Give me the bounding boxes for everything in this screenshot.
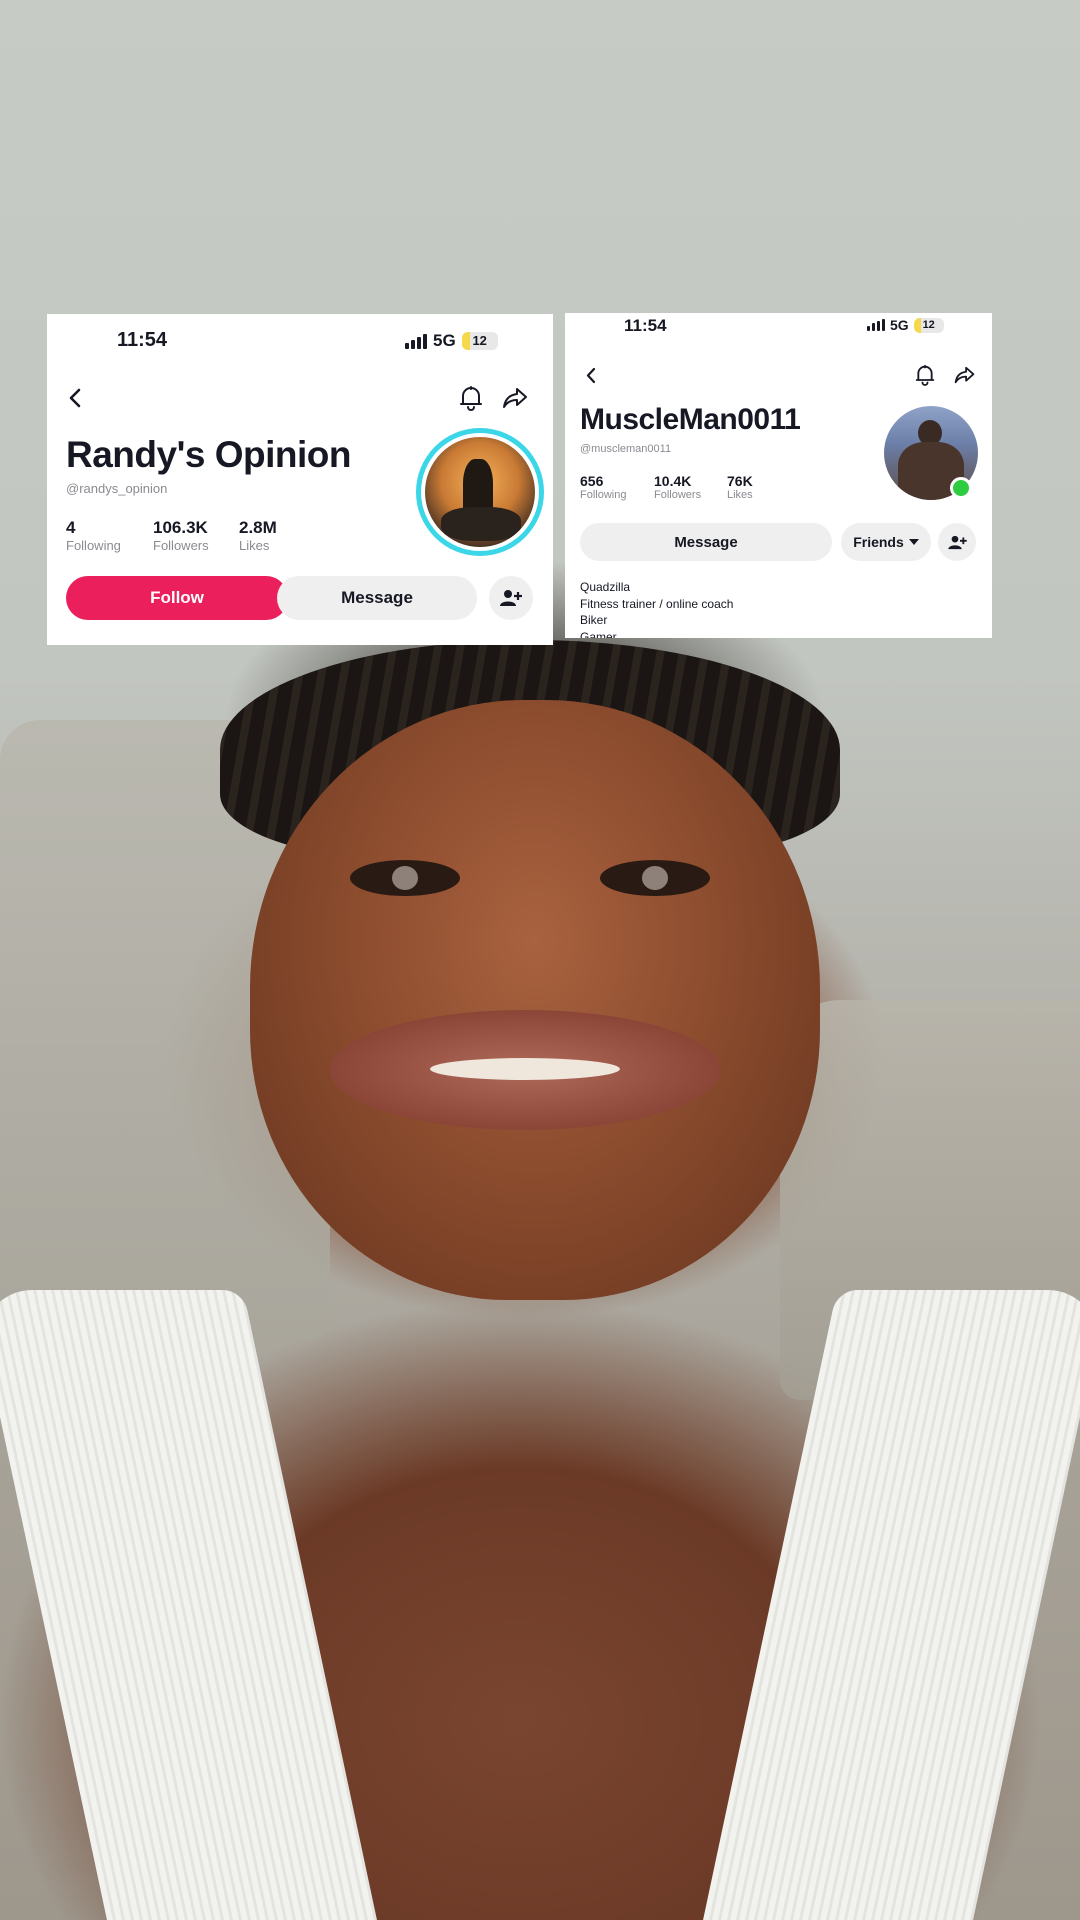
tank-top <box>0 1290 1080 1920</box>
profile-card-randys-opinion: 11:54 5G 12 Randy's Opinion @randys_opin… <box>47 314 553 645</box>
follow-button[interactable]: Follow <box>66 576 288 620</box>
add-friend-icon <box>500 590 522 606</box>
bio-line: Quadzilla <box>580 580 631 594</box>
signal-icon <box>867 319 885 331</box>
profile-card-muscleman0011: 11:54 5G 12 MuscleMan0011 @muscleman0011… <box>565 313 992 638</box>
network-label: 5G <box>433 331 456 350</box>
left-eye <box>350 860 460 896</box>
add-friend-button[interactable] <box>938 523 976 561</box>
profile-bio: Quadzilla Fitness trainer / online coach… <box>580 579 733 638</box>
back-icon[interactable] <box>581 365 601 385</box>
stat-following[interactable]: 4 Following <box>66 518 121 553</box>
bell-icon[interactable] <box>457 384 485 412</box>
stat-likes[interactable]: 2.8M Likes <box>239 518 277 553</box>
bio-line: Gamer <box>580 629 617 639</box>
network-label: 5G <box>890 317 909 333</box>
battery-icon: 12 <box>913 317 944 333</box>
stat-followers[interactable]: 106.3K Followers <box>153 518 209 553</box>
profile-title: Randy's Opinion <box>66 434 351 475</box>
friends-button[interactable]: Friends <box>841 523 931 561</box>
teeth <box>430 1058 620 1080</box>
bell-icon[interactable] <box>913 363 937 387</box>
tank-strap-right <box>703 1290 1080 1920</box>
stat-likes[interactable]: 76K Likes <box>727 473 753 501</box>
message-button[interactable]: Message <box>580 523 832 561</box>
status-bar-right: 5G 12 <box>405 331 498 351</box>
tank-strap-left <box>0 1290 377 1920</box>
add-friend-button[interactable] <box>489 576 533 620</box>
stat-followers[interactable]: 10.4K Followers <box>654 473 701 501</box>
caret-down-icon <box>908 539 919 545</box>
profile-avatar[interactable] <box>416 428 544 556</box>
bio-line: Fitness trainer / online coach <box>580 596 734 611</box>
profile-title: MuscleMan0011 <box>580 403 801 436</box>
online-status-dot <box>950 477 972 499</box>
status-time: 11:54 <box>117 329 168 351</box>
bio-line: Biker <box>580 613 608 627</box>
status-bar-right: 5G 12 <box>867 317 944 333</box>
share-icon[interactable] <box>952 363 976 387</box>
battery-icon: 12 <box>461 332 498 350</box>
face <box>250 700 820 1300</box>
message-button[interactable]: Message <box>277 576 477 620</box>
signal-icon <box>405 333 427 349</box>
profile-handle: @muscleman0011 <box>580 443 672 455</box>
add-friend-icon <box>947 535 967 549</box>
avatar-image <box>425 437 535 547</box>
profile-handle: @randys_opinion <box>66 481 168 496</box>
back-icon[interactable] <box>63 386 87 410</box>
status-time: 11:54 <box>624 316 667 335</box>
right-eye <box>600 860 710 896</box>
share-icon[interactable] <box>501 384 529 412</box>
friends-label: Friends <box>853 534 904 550</box>
stat-following[interactable]: 656 Following <box>580 473 626 501</box>
